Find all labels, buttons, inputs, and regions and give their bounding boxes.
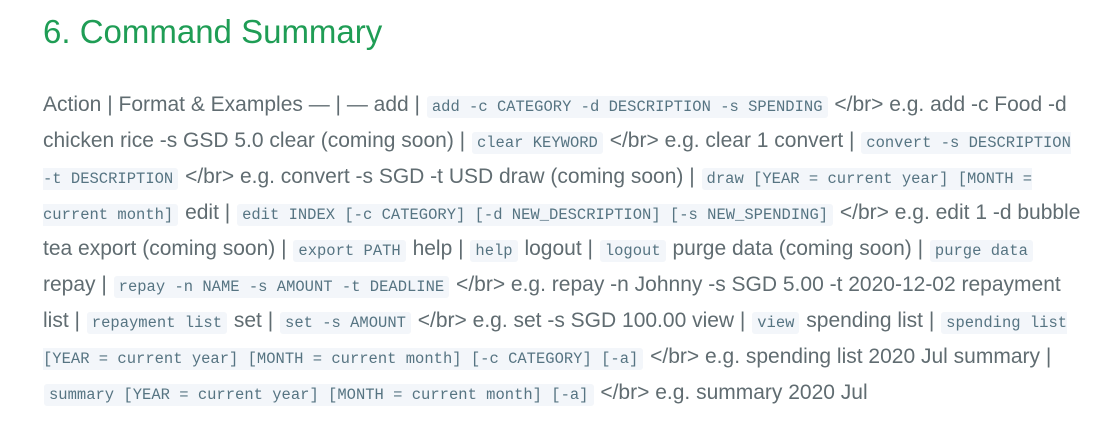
- inline-code: summary [YEAR = current year] [MONTH = c…: [44, 384, 594, 406]
- page-title: 6. Command Summary: [43, 13, 383, 50]
- inline-code: set -s AMOUNT: [280, 312, 411, 334]
- text-run: Action | Format & Examples — | — add |: [43, 93, 426, 116]
- text-run: logout |: [518, 237, 599, 260]
- text-run: </br> e.g. spending list 2020 Jul summar…: [644, 345, 1052, 368]
- text-run: purge data (coming soon) |: [666, 237, 929, 260]
- inline-code: add -c CATEGORY -d DESCRIPTION -s SPENDI…: [426, 96, 828, 118]
- command-summary-paragraph: Action | Format & Examples — | — add | a…: [43, 88, 1083, 412]
- text-run: edit |: [179, 201, 237, 224]
- text-run: </br> e.g. convert -s SGD -t USD draw (c…: [179, 165, 701, 188]
- inline-code: logout: [599, 240, 666, 262]
- text-run: spending list |: [800, 309, 941, 332]
- text-run: </br> e.g. clear 1 convert |: [603, 129, 861, 152]
- text-run: repay |: [43, 273, 113, 296]
- text-run: </br> e.g. set -s SGD 100.00 view |: [411, 309, 752, 332]
- text-run: </br> e.g. summary 2020 Jul: [594, 381, 868, 404]
- inline-code: repay -n NAME -s AMOUNT -t DEADLINE: [113, 276, 450, 298]
- inline-code: repayment list: [86, 312, 228, 334]
- inline-code: view: [752, 312, 800, 334]
- inline-code: edit INDEX [-c CATEGORY] [-d NEW_DESCRIP…: [237, 204, 834, 226]
- inline-code: clear KEYWORD: [471, 132, 603, 154]
- inline-code: purge data: [929, 240, 1033, 262]
- text-run: help |: [406, 237, 470, 260]
- text-run: set |: [228, 309, 280, 332]
- inline-code: help: [470, 240, 518, 262]
- document-page: 6. Command Summary Action | Format & Exa…: [43, 0, 1083, 412]
- inline-code: export PATH: [293, 240, 406, 262]
